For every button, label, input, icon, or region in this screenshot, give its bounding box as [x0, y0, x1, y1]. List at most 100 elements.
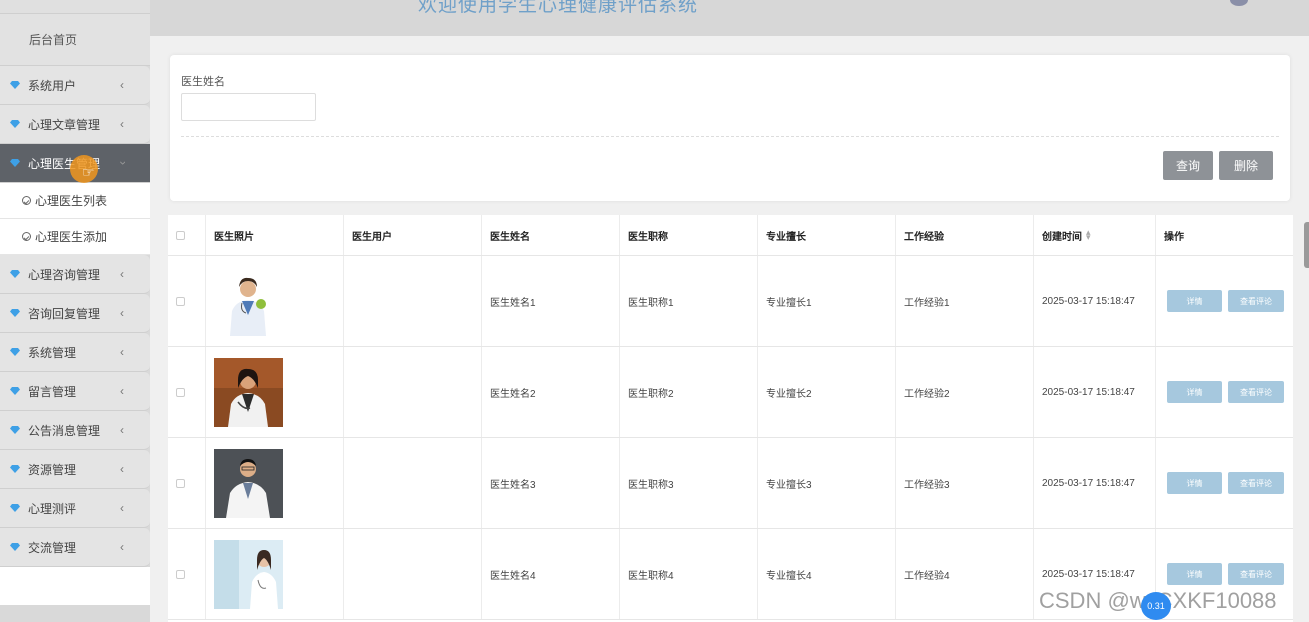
hand-cursor-icon: ☞: [82, 164, 95, 180]
chevron-left-icon: ‹: [120, 117, 124, 131]
title-cell: 医生职称3: [620, 438, 758, 528]
name-cell: 医生姓名4: [482, 529, 620, 619]
divider: [181, 136, 1279, 137]
sidebar-subitem-label: 心理医生添加: [35, 230, 108, 244]
sidebar-item-resources[interactable]: 资源管理 ‹: [0, 450, 150, 489]
sidebar-item-label: 系统管理: [28, 345, 77, 360]
sidebar-item-consult[interactable]: 心理咨询管理 ‹: [0, 255, 150, 294]
sidebar-item-assessment[interactable]: 心理测评 ‹: [0, 489, 150, 528]
actions-cell: 详情 查看评论: [1156, 347, 1293, 437]
detail-button[interactable]: 详情: [1167, 472, 1222, 494]
doctor-photo: [214, 266, 283, 336]
chevron-left-icon: ‹: [120, 345, 124, 359]
doctor-name-label: 医生姓名: [181, 76, 225, 88]
sidebar-item-label: 咨询回复管理: [28, 306, 101, 321]
user-cell: [344, 256, 482, 346]
photo-cell: [206, 438, 344, 528]
diamond-icon: [10, 120, 20, 128]
col-title: 医生职称: [620, 215, 758, 255]
photo-cell: [206, 529, 344, 619]
doctor-photo: [214, 448, 283, 518]
chevron-left-icon: ‹: [120, 501, 124, 515]
chevron-left-icon: ‹: [120, 78, 124, 92]
col-created[interactable]: 创建时间 ▴ ▾: [1034, 215, 1156, 255]
doctor-table: 医生照片 医生用户 医生姓名 医生职称 专业擅长 工作经验 创建时间 ▴ ▾ 操作…: [168, 215, 1293, 622]
view-comments-button[interactable]: 查看评论: [1228, 563, 1284, 585]
chevron-left-icon: ‹: [120, 423, 124, 437]
doctor-photo: [214, 357, 283, 427]
doctor-photo: [214, 539, 283, 609]
user-cell: [344, 529, 482, 619]
header-checkbox-cell: [168, 215, 206, 255]
sidebar-item-system[interactable]: 系统管理 ‹: [0, 333, 150, 372]
sidebar: 后台首页 系统用户 ‹ 心理文章管理 ‹ 心理医生管理 ‹ 心理医生列表 心理医…: [0, 0, 150, 622]
sidebar-item-notices[interactable]: 公告消息管理 ‹: [0, 411, 150, 450]
created-cell: 2025-03-17 15:18:47: [1034, 438, 1156, 528]
detail-button[interactable]: 详情: [1167, 563, 1222, 585]
created-cell: 2025-03-17 15:18:47: [1034, 256, 1156, 346]
sidebar-item-articles[interactable]: 心理文章管理 ‹: [0, 105, 150, 144]
row-checkbox-cell: [168, 256, 206, 346]
diamond-icon: [10, 309, 20, 317]
table-header: 医生照片 医生用户 医生姓名 医生职称 专业擅长 工作经验 创建时间 ▴ ▾ 操作: [168, 215, 1293, 256]
diamond-icon: [10, 465, 20, 473]
row-checkbox[interactable]: [176, 478, 185, 488]
specialty-cell: 专业擅长3: [758, 438, 896, 528]
detail-button[interactable]: 详情: [1167, 381, 1222, 403]
side-scroll-handle[interactable]: [1304, 222, 1309, 268]
sidebar-item-replies[interactable]: 咨询回复管理 ‹: [0, 294, 150, 333]
diamond-icon: [10, 543, 20, 551]
row-checkbox[interactable]: [176, 296, 185, 306]
chevron-left-icon: ‹: [120, 306, 124, 320]
sidebar-home-link[interactable]: 后台首页: [0, 14, 150, 66]
name-cell: 医生姓名3: [482, 438, 620, 528]
user-avatar[interactable]: [1230, 0, 1248, 6]
view-comments-button[interactable]: 查看评论: [1228, 472, 1284, 494]
sidebar-subitem-doctor-list[interactable]: 心理医生列表: [0, 183, 150, 219]
photo-cell: [206, 347, 344, 437]
diamond-icon: [10, 426, 20, 434]
query-button[interactable]: 查询: [1163, 151, 1213, 180]
diamond-icon: [10, 348, 20, 356]
search-panel: 医生姓名 查询 删除: [170, 55, 1290, 201]
col-photo: 医生照片: [206, 215, 344, 255]
sidebar-item-system-users[interactable]: 系统用户 ‹: [0, 66, 150, 105]
row-checkbox[interactable]: [176, 387, 185, 397]
delete-button[interactable]: 删除: [1219, 151, 1273, 180]
row-checkbox[interactable]: [176, 569, 185, 579]
check-circle-icon: [22, 232, 31, 241]
select-all-checkbox[interactable]: [176, 230, 185, 240]
actions-cell: 详情 查看评论: [1156, 438, 1293, 528]
sidebar-item-exchange[interactable]: 交流管理 ‹: [0, 528, 150, 567]
chevron-left-icon: ‹: [120, 267, 124, 281]
experience-cell: 工作经验3: [896, 438, 1034, 528]
name-cell: 医生姓名2: [482, 347, 620, 437]
chevron-left-icon: ‹: [120, 462, 124, 476]
sidebar-subitem-doctor-add[interactable]: 心理医生添加: [0, 219, 150, 255]
sidebar-item-label: 系统用户: [28, 78, 77, 93]
photo-cell: [206, 256, 344, 346]
col-experience: 工作经验: [896, 215, 1034, 255]
title-cell: 医生职称4: [620, 529, 758, 619]
user-cell: [344, 347, 482, 437]
col-actions: 操作: [1164, 231, 1184, 243]
sidebar-bottom-space: [0, 567, 150, 605]
view-comments-button[interactable]: 查看评论: [1228, 381, 1284, 403]
table-row: 医生姓名1 医生职称1 专业擅长1 工作经验1 2025-03-17 15:18…: [168, 256, 1293, 347]
diamond-icon: [10, 159, 20, 167]
sidebar-item-messages[interactable]: 留言管理 ‹: [0, 372, 150, 411]
sidebar-top-strip: [0, 0, 150, 14]
table-row: 医生姓名3 医生职称3 专业擅长3 工作经验3 2025-03-17 15:18…: [168, 438, 1293, 529]
view-comments-button[interactable]: 查看评论: [1228, 290, 1284, 312]
sidebar-item-label: 交流管理: [28, 540, 77, 555]
sidebar-item-label: 留言管理: [28, 384, 77, 399]
doctor-name-input[interactable]: [181, 93, 316, 121]
row-checkbox-cell: [168, 347, 206, 437]
specialty-cell: 专业擅长2: [758, 347, 896, 437]
row-checkbox-cell: [168, 529, 206, 619]
sort-icon[interactable]: ▴ ▾: [1086, 228, 1091, 242]
specialty-cell: 专业擅长1: [758, 256, 896, 346]
floating-badge[interactable]: 0.31: [1141, 592, 1171, 620]
sidebar-item-label: 心理咨询管理: [28, 267, 101, 282]
detail-button[interactable]: 详情: [1167, 290, 1222, 312]
